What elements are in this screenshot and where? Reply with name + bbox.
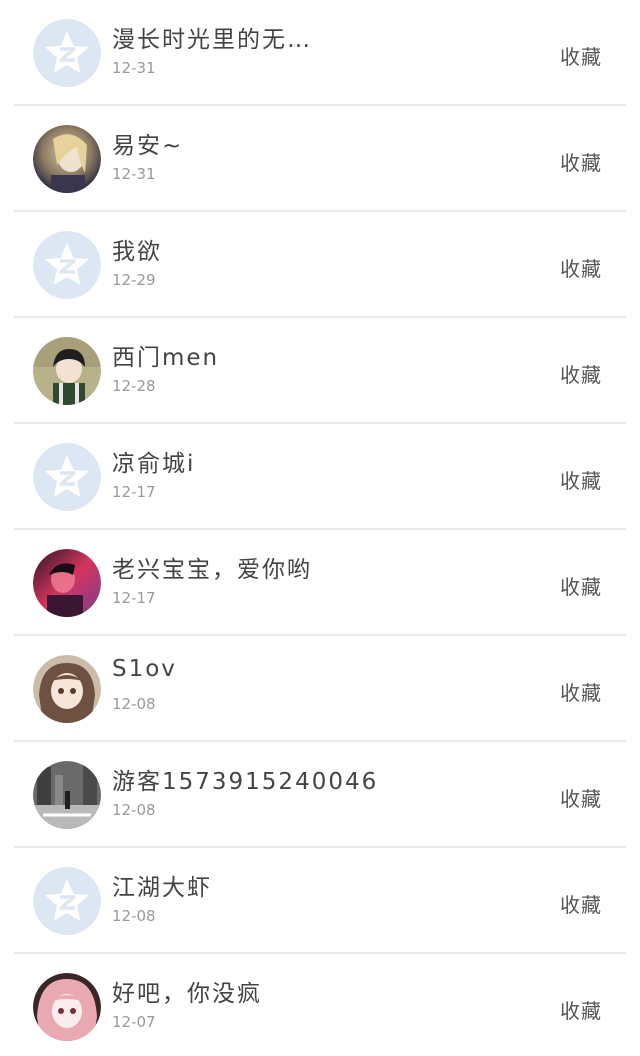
contact-date: 12-31 [112, 59, 156, 77]
contact-list: 漫长时光里的无… 12-31 收藏 易安~ 12-31 收藏 我欲 12-29 … [0, 0, 640, 1056]
contact-name: 漫长时光里的无… [112, 27, 312, 53]
favorite-button[interactable]: 收藏 [560, 677, 602, 706]
avatar[interactable] [33, 973, 101, 1041]
avatar[interactable] [33, 761, 101, 829]
favorite-button[interactable]: 收藏 [560, 571, 602, 600]
contact-name: 易安~ [112, 133, 184, 159]
favorite-button[interactable]: 收藏 [560, 41, 602, 70]
contact-date: 12-07 [112, 1013, 156, 1031]
favorite-button[interactable]: 收藏 [560, 783, 602, 812]
default-avatar-icon[interactable] [33, 443, 101, 511]
contact-date: 12-08 [112, 801, 156, 819]
contact-date: 12-31 [112, 165, 156, 183]
contact-date: 12-08 [112, 695, 156, 713]
list-item[interactable]: 凉俞城i 12-17 收藏 [0, 424, 640, 530]
list-item[interactable]: 好吧，你没疯 12-07 收藏 [0, 954, 640, 1056]
contact-name: 我欲 [112, 239, 162, 265]
contact-date: 12-17 [112, 483, 156, 501]
avatar[interactable] [33, 125, 101, 193]
list-item[interactable]: S1ov 12-08 收藏 [0, 636, 640, 742]
contact-name: S1ov [112, 656, 177, 682]
avatar[interactable] [33, 655, 101, 723]
list-item[interactable]: 老兴宝宝，爱你哟 12-17 收藏 [0, 530, 640, 636]
favorite-button[interactable]: 收藏 [560, 889, 602, 918]
contact-date: 12-17 [112, 589, 156, 607]
avatar[interactable] [33, 549, 101, 617]
contact-name: 游客1573915240046 [112, 769, 379, 795]
contact-name: 凉俞城i [112, 451, 196, 477]
favorite-button[interactable]: 收藏 [560, 465, 602, 494]
favorite-button[interactable]: 收藏 [560, 359, 602, 388]
list-item[interactable]: 西门men 12-28 收藏 [0, 318, 640, 424]
contact-name: 江湖大虾 [112, 875, 212, 901]
list-item[interactable]: 我欲 12-29 收藏 [0, 212, 640, 318]
contact-date: 12-28 [112, 377, 156, 395]
list-item[interactable]: 易安~ 12-31 收藏 [0, 106, 640, 212]
default-avatar-icon[interactable] [33, 231, 101, 299]
favorite-button[interactable]: 收藏 [560, 253, 602, 282]
default-avatar-icon[interactable] [33, 867, 101, 935]
contact-date: 12-29 [112, 271, 156, 289]
contact-name: 西门men [112, 345, 220, 371]
favorite-button[interactable]: 收藏 [560, 147, 602, 176]
avatar[interactable] [33, 337, 101, 405]
list-item[interactable]: 江湖大虾 12-08 收藏 [0, 848, 640, 954]
favorite-button[interactable]: 收藏 [560, 995, 602, 1024]
list-item[interactable]: 游客1573915240046 12-08 收藏 [0, 742, 640, 848]
contact-name: 好吧，你没疯 [112, 981, 262, 1007]
contact-name: 老兴宝宝，爱你哟 [112, 557, 312, 583]
contact-date: 12-08 [112, 907, 156, 925]
list-item[interactable]: 漫长时光里的无… 12-31 收藏 [0, 0, 640, 106]
default-avatar-icon[interactable] [33, 19, 101, 87]
